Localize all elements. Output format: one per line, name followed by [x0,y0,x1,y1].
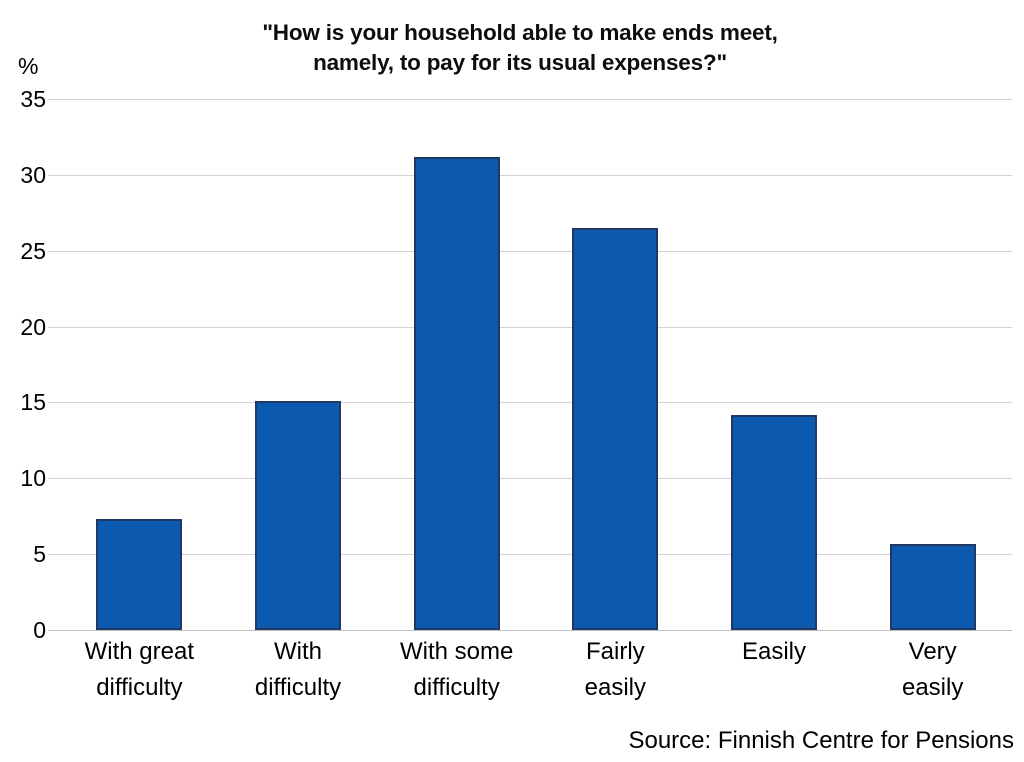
x-axis-category-label-line: difficulty [96,674,183,701]
bar[interactable] [730,414,817,630]
y-axis-tick [48,250,60,252]
y-axis-tick [48,478,60,480]
chart-title-line-1: "How is your household able to make ends… [262,20,778,45]
y-axis-tick-label: 15 [20,389,46,416]
bar-slot [219,99,378,630]
y-axis-tick [48,630,60,631]
x-axis-category-label: Easily [695,634,854,670]
x-axis-category-label-line: With some [399,638,514,665]
chart-title-line-2: namely, to pay for its usual expenses?" [313,50,727,75]
bar-slot [695,99,854,630]
y-axis-tick-label: 35 [20,86,46,112]
x-axis-category-label-line: easily [584,674,646,701]
x-axis-category-label-line: With [273,638,322,665]
bar-slot [377,99,536,630]
y-axis-tick [48,326,60,328]
plot-area [48,99,1012,631]
bars-layer [60,99,1012,630]
x-axis-category-label: With difficulty [219,634,378,706]
x-axis-category-label-line: easily [901,674,964,701]
y-axis-tick [48,554,60,556]
bar[interactable] [254,400,341,630]
x-axis-category-label: With some difficulty [377,634,536,706]
gridline [60,630,1012,631]
y-axis-tick [48,402,60,404]
x-axis-category-label: With great difficulty [60,634,219,706]
x-axis-category-labels: With great difficulty With difficulty With s… [60,634,1012,712]
bar-chart: "How is your household able to make ends… [0,0,1024,762]
bar[interactable] [889,543,976,630]
y-axis-tick-label: 25 [20,237,46,264]
bar[interactable] [413,156,500,630]
y-axis-tick-label: 20 [20,313,46,340]
bar-slot [536,99,695,630]
x-axis-category-label-line: Fairly [585,638,645,665]
bar-slot [853,99,1012,630]
x-axis-category-label-line: Easily [741,638,806,665]
chart-title: "How is your household able to make ends… [120,18,920,78]
y-axis-tick-label: 10 [20,465,46,492]
x-axis-category-label-line: Very [908,638,957,665]
y-axis-tick [48,99,60,100]
y-axis-unit-label: % [18,53,39,79]
bar[interactable] [572,227,659,630]
x-axis-category-label: Very easily [853,634,1012,706]
x-axis-category-label-line: difficulty [413,674,500,701]
y-axis-tick [48,174,60,176]
x-axis-category-label-line: difficulty [254,674,342,701]
y-axis-tick-label: 0 [33,617,46,643]
x-axis-category-label-line: With great [84,638,195,665]
bar[interactable] [96,519,183,630]
source-note: Source: Finnish Centre for Pensions [628,727,1014,754]
y-axis-tick-label: 30 [20,161,46,188]
y-axis-tick-label: 5 [33,541,46,568]
bar-slot [60,99,219,630]
x-axis-category-label: Fairly easily [536,634,695,706]
